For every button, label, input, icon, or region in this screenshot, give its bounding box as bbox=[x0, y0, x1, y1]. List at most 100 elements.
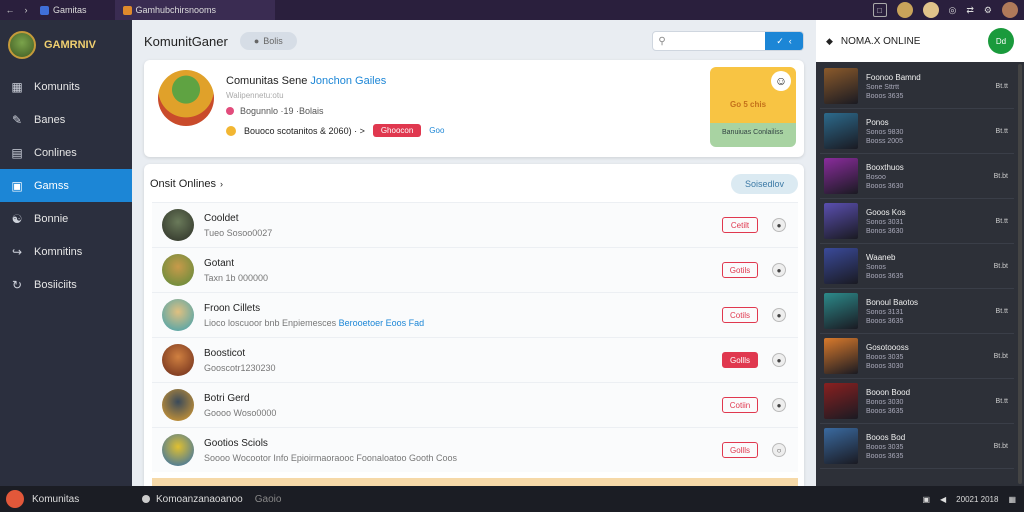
refresh-icon: ↻ bbox=[11, 277, 23, 292]
settings-icon[interactable]: ⚙ bbox=[984, 5, 992, 16]
friend-name: Gooos Kos bbox=[866, 207, 906, 217]
sidebar-item-label: Banes bbox=[34, 113, 66, 126]
promo-banner[interactable]: ☺ Go 5 chis Banuiuas Conlailiss bbox=[710, 67, 796, 147]
profile-icon[interactable]: ● bbox=[772, 353, 786, 367]
sidebar-item-gamss[interactable]: ▣ Gamss bbox=[0, 169, 132, 202]
friend-text: Booxthuos Bosoo Booos 3630 bbox=[866, 163, 904, 190]
sidebar-item-komunits[interactable]: ▦ Komunits bbox=[0, 70, 132, 103]
friend-list-item[interactable]: Bonoul Baotos Sonos 3131 Booos 3635 Bt.tt bbox=[820, 289, 1014, 334]
search-button[interactable]: ✓ ‹ bbox=[765, 32, 803, 50]
list-item-name: Froon Cillets bbox=[204, 302, 261, 314]
user-avatar bbox=[162, 299, 194, 331]
details-button[interactable]: Cotils bbox=[722, 307, 758, 323]
list-item[interactable]: Gotant Taxn 1b 000000 Gotils ● bbox=[152, 247, 798, 292]
tab-label: Gamhubchirsnooms bbox=[135, 5, 217, 15]
tab-active[interactable]: Gamhubchirsnooms bbox=[114, 0, 275, 20]
details-button[interactable]: Gollls bbox=[722, 352, 758, 368]
list-item-sub: Taxn 1b 000000 bbox=[204, 272, 269, 283]
sidebar-item-banes[interactable]: ✎ Banes bbox=[0, 103, 132, 136]
friend-list-item[interactable]: Booon Bood Bonos 3030 Booos 3635 Bt.tt bbox=[820, 379, 1014, 424]
avatar[interactable] bbox=[922, 2, 939, 18]
friend-list-item[interactable]: Gooos Kos Sonos 3031 Bonos 3630 Bt.tt bbox=[820, 199, 1014, 244]
more-link[interactable]: Goo bbox=[429, 126, 444, 135]
tray-volume-icon[interactable]: ◀ bbox=[940, 495, 946, 504]
sidebar-item-label: Bosiiciits bbox=[34, 278, 77, 291]
friend-detail: Booos 3030 bbox=[866, 362, 904, 370]
list-item[interactable]: Botri Gerd Goooo Woso0000 Cotiin ● bbox=[152, 382, 798, 427]
friend-list-item[interactable]: Gosotoooss Booos 3035 Booos 3030 Bt.bt bbox=[820, 334, 1014, 379]
tray-grid-icon[interactable]: ▦ bbox=[1008, 495, 1016, 504]
friend-detail: Bonos 3630 bbox=[866, 227, 904, 235]
tray-window-icon[interactable]: ▣ bbox=[922, 495, 930, 504]
list-item[interactable]: Gootios Sciols Soooo Wocootor Info Epioi… bbox=[152, 427, 798, 472]
friend-list-item[interactable]: Foonoo Bamnd Sone Sttrtt Booos 3635 Bt.tt bbox=[820, 64, 1014, 109]
tab-favicon-icon bbox=[122, 5, 132, 15]
user-avatar bbox=[162, 209, 194, 241]
bottom-brand[interactable]: Komunitas bbox=[0, 490, 132, 508]
sidebar-item-conlines[interactable]: ▤ Conlines bbox=[0, 136, 132, 169]
user-avatar bbox=[162, 254, 194, 286]
friend-list-item[interactable]: Waaneb Sonos Booos 3635 Bt.bt bbox=[820, 244, 1014, 289]
profile-icon[interactable]: ● bbox=[772, 398, 786, 412]
details-button[interactable]: Gotils bbox=[722, 262, 758, 278]
details-button[interactable]: Cotiin bbox=[722, 397, 758, 413]
list-item[interactable]: Boosticot Gooscotr1230230 Gollls ● bbox=[152, 337, 798, 382]
window-icon[interactable]: □ bbox=[872, 3, 887, 17]
friend-avatar bbox=[824, 248, 858, 284]
list-item-link[interactable]: Berooetoer bbox=[339, 318, 384, 328]
community-avatar[interactable] bbox=[158, 70, 214, 126]
join-badge-button[interactable]: Ghoocon bbox=[372, 124, 422, 137]
share-icon[interactable]: ⇄ bbox=[966, 5, 974, 16]
details-button[interactable]: Cetilt bbox=[722, 217, 758, 233]
scrollbar[interactable] bbox=[1018, 64, 1022, 484]
filter-pill-button[interactable]: ● Bolis bbox=[239, 32, 297, 50]
list-action-button[interactable]: Soisedlov bbox=[730, 174, 798, 194]
profile-icon[interactable]: ● bbox=[772, 218, 786, 232]
status-dot-icon bbox=[226, 107, 234, 115]
search-input[interactable] bbox=[671, 36, 765, 46]
friend-avatar bbox=[824, 383, 858, 419]
sidebar-item-komnitins[interactable]: ↪ Komnitins bbox=[0, 235, 132, 268]
friend-avatar bbox=[824, 428, 858, 464]
community-name-accent[interactable]: Jonchon Gailes bbox=[310, 75, 386, 87]
top-right-controls: □ ◎ ⇄ ⚙ bbox=[872, 2, 1024, 18]
friend-list-item[interactable]: Ponos Sonos 9830 Booss 2005 Bt.tt bbox=[820, 109, 1014, 154]
list-item-text: Froon Cillets Lioco loscuoor bnb Enpieme… bbox=[204, 303, 424, 328]
friend-list-item[interactable]: Booos Bod Booos 3035 Booos 3635 Bt.bt bbox=[820, 424, 1014, 469]
friend-status: Sonos 9830 bbox=[866, 128, 904, 136]
tab-gamitas[interactable]: Gamitas bbox=[32, 0, 95, 20]
forward-icon[interactable]: › bbox=[20, 5, 32, 15]
friend-status: Sonos 3131 bbox=[866, 308, 904, 316]
list-item-sub-text: Lioco loscuoor bnb Enpiemesces bbox=[204, 317, 337, 328]
profile-icon[interactable]: ● bbox=[772, 263, 786, 277]
sidebar-item-bosiiciits[interactable]: ↻ Bosiiciits bbox=[0, 268, 132, 301]
list-item[interactable]: Froon Cillets Lioco loscuoor bnb Enpieme… bbox=[152, 292, 798, 337]
left-sidebar: GAMRNIV ▦ Komunits ✎ Banes ▤ Conlines ▣ … bbox=[0, 20, 132, 486]
brand[interactable]: GAMRNIV bbox=[0, 20, 132, 70]
back-icon[interactable]: ← bbox=[4, 5, 16, 15]
profile-icon[interactable]: ● bbox=[772, 308, 786, 322]
details-button[interactable]: Gollls bbox=[722, 442, 758, 458]
list-item[interactable]: Cooldet Tueo Sosoo0027 Cetilt ● bbox=[152, 202, 798, 247]
online-toggle-button[interactable]: Dd bbox=[988, 28, 1014, 54]
bell-icon: ✓ bbox=[776, 35, 784, 46]
avatar[interactable] bbox=[896, 2, 913, 18]
friend-list-item[interactable]: Booxthuos Bosoo Booos 3630 Bt.bt bbox=[820, 154, 1014, 199]
main-content: KomunitGaner ● Bolis ⚲ ✓ ‹ Comunitas Sen… bbox=[132, 20, 816, 486]
user-avatar bbox=[162, 434, 194, 466]
friend-time: Bt.bt bbox=[993, 262, 1008, 270]
friend-avatar bbox=[824, 68, 858, 104]
friend-time: Bt.tt bbox=[995, 397, 1008, 405]
friend-status: Booos 3035 bbox=[866, 353, 904, 361]
list-item-sub: Soooo Wocootor Info Epioirmaoraooc Foona… bbox=[204, 452, 457, 463]
friend-detail: Booss 2005 bbox=[866, 137, 903, 145]
panel-header: ◆ NOMA.X ONLINE Dd bbox=[816, 20, 1024, 62]
user-avatar[interactable] bbox=[1002, 2, 1018, 18]
headset-icon[interactable]: ◎ bbox=[949, 5, 957, 16]
community-name: Comunitas Sene Jonchon Gailes bbox=[226, 75, 386, 87]
friend-status: Booos 3035 bbox=[866, 443, 904, 451]
list-icon: ▤ bbox=[11, 145, 23, 160]
profile-icon[interactable]: ○ bbox=[772, 443, 786, 457]
sidebar-item-bonnie[interactable]: ☯ Bonnie bbox=[0, 202, 132, 235]
community-hero-card: Comunitas Sene Jonchon Gailes Walipennet… bbox=[144, 60, 804, 157]
